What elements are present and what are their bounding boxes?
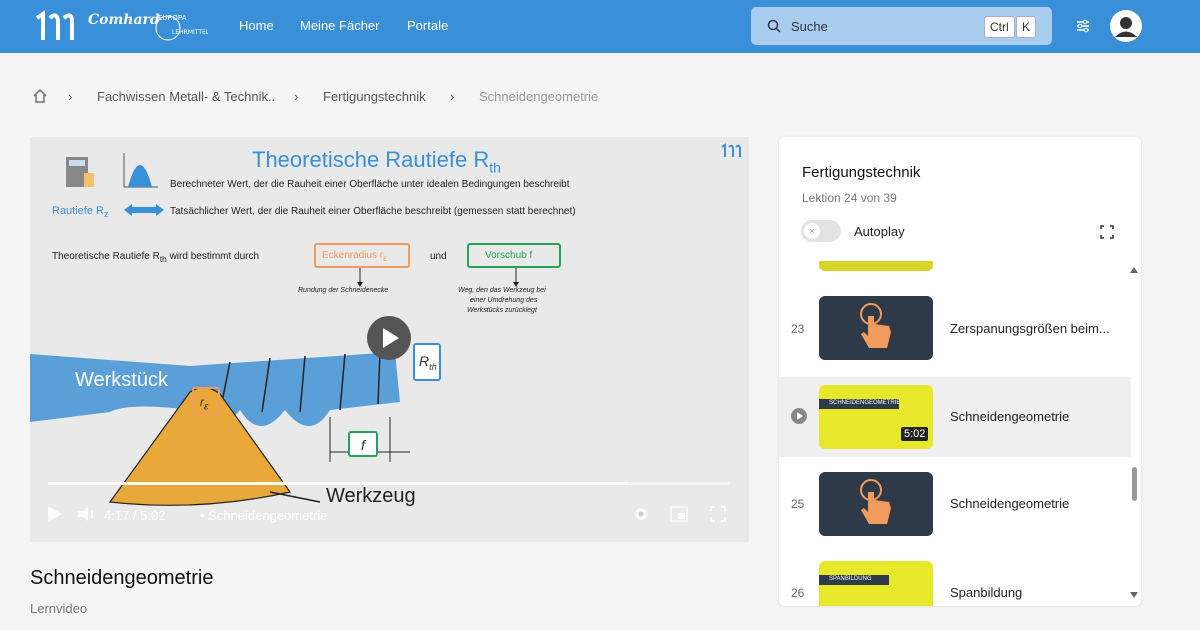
app-logo-icon[interactable] bbox=[34, 10, 76, 44]
top-bar: Comhard EUROPA LEHRMITTEL Home Meine Fäc… bbox=[0, 0, 1200, 53]
breadcrumb-separator: › bbox=[450, 89, 455, 104]
time-display: 4:17 / 5:02 bbox=[104, 508, 166, 523]
tap-hand-icon bbox=[860, 479, 891, 524]
r-epsilon-box: rε bbox=[192, 387, 220, 415]
calculator-icon bbox=[66, 157, 94, 187]
autoplay-toggle[interactable]: × bbox=[801, 220, 841, 242]
vorschub-box: Vorschub f bbox=[467, 243, 561, 268]
arrow-down-icon bbox=[357, 268, 363, 287]
search-icon bbox=[767, 19, 781, 33]
play-small-icon[interactable] bbox=[48, 506, 62, 522]
svg-text:EUROPA: EUROPA bbox=[158, 14, 187, 22]
playing-indicator-icon bbox=[791, 408, 807, 424]
lesson-item[interactable]: 25 Schneidengeometrie bbox=[779, 464, 1131, 544]
thumb-text: SPANBILDUNG bbox=[829, 576, 872, 582]
nav-meine-faecher[interactable]: Meine Fächer bbox=[300, 18, 379, 33]
double-arrow-icon bbox=[124, 204, 164, 216]
lesson-thumbnail bbox=[819, 472, 933, 536]
lesson-sidebar: Fertigungstechnik Lektion 24 von 39 × Au… bbox=[779, 137, 1141, 606]
weg-note-2: einer Umdrehung des bbox=[470, 297, 538, 304]
und-label: und bbox=[430, 251, 447, 262]
play-icon bbox=[383, 328, 399, 348]
lesson-item[interactable]: 23 Zerspanungsgrößen beim... bbox=[779, 288, 1131, 368]
weg-note-3: Werkstücks zurücklegt bbox=[467, 307, 537, 314]
tap-hand-icon bbox=[860, 303, 891, 348]
autoplay-label: Autoplay bbox=[854, 224, 905, 239]
progress-track[interactable] bbox=[48, 482, 730, 485]
svg-text:LEHRMITTEL: LEHRMITTEL bbox=[172, 29, 208, 36]
slide-line-2: Tatsächlicher Wert, der die Rauheit eine… bbox=[170, 206, 576, 217]
europa-lehrmittel-logo: EUROPA LEHRMITTEL bbox=[155, 14, 208, 41]
f-box: f bbox=[348, 431, 378, 457]
kbd-ctrl: Ctrl bbox=[984, 16, 1015, 38]
lesson-item[interactable]: 26 SPANBILDUNG Spanbildung bbox=[779, 553, 1131, 606]
sidebar-title: Fertigungstechnik bbox=[802, 164, 921, 181]
play-button[interactable] bbox=[367, 316, 411, 360]
slide-title: Theoretische Rautiefe Rth bbox=[252, 147, 501, 176]
volume-icon[interactable] bbox=[78, 506, 100, 522]
eckenradius-box: Eckenradius rε bbox=[314, 243, 410, 268]
avatar-icon[interactable] bbox=[1110, 10, 1142, 42]
rth-box: Rth bbox=[413, 343, 441, 381]
lesson-title: Schneidengeometrie bbox=[950, 496, 1070, 511]
lesson-title: Schneidengeometrie bbox=[950, 409, 1070, 424]
thumb-text: SCHNEIDENGEOMETRIE bbox=[829, 400, 901, 406]
distribution-curve-icon bbox=[123, 153, 158, 188]
filter-settings-icon[interactable] bbox=[1075, 18, 1091, 34]
scroll-down-icon[interactable] bbox=[1130, 592, 1138, 598]
rundung-note: Rundung der Schneidenecke bbox=[298, 287, 389, 294]
page-subtitle: Lernvideo bbox=[30, 601, 88, 616]
search-input[interactable]: Suche Ctrl K bbox=[751, 7, 1052, 45]
previous-thumbnail[interactable] bbox=[819, 261, 933, 271]
lesson-thumbnail bbox=[819, 296, 933, 360]
fullscreen-icon[interactable] bbox=[710, 506, 726, 522]
weg-note-1: Weg, den das Werkzeug bei bbox=[458, 287, 546, 294]
duration-badge: 5:02 bbox=[901, 427, 929, 441]
werkzeug-label: Werkzeug bbox=[326, 485, 416, 507]
slide-line-1: Berechneter Wert, der die Rauheit einer … bbox=[170, 179, 570, 190]
progress-fill bbox=[48, 482, 628, 485]
rautiefe-rz-label: Rautiefe Rz bbox=[52, 205, 109, 220]
video-player[interactable]: Theoretische Rautiefe Rth Berechneter We… bbox=[30, 137, 749, 542]
nav-portale[interactable]: Portale bbox=[407, 18, 448, 33]
picture-in-picture-icon[interactable] bbox=[670, 506, 688, 522]
chapter-label: • Schneidengeometrie bbox=[200, 508, 328, 523]
lesson-thumbnail: SCHNEIDENGEOMETRIE 5:02 bbox=[819, 385, 933, 449]
breadcrumb-item[interactable]: Fachwissen Metall- & Technik.. bbox=[97, 89, 275, 104]
nav-home[interactable]: Home bbox=[239, 18, 274, 33]
breadcrumb-separator: › bbox=[294, 89, 299, 104]
lesson-number: 23 bbox=[791, 322, 805, 336]
sidebar-scrollbar[interactable] bbox=[1132, 467, 1137, 501]
breadcrumb-separator: › bbox=[68, 89, 73, 104]
search-placeholder: Suche bbox=[791, 19, 828, 34]
lesson-number: 25 bbox=[791, 497, 805, 511]
lesson-title: Spanbildung bbox=[950, 585, 1023, 600]
brand-logo: Comhard bbox=[88, 12, 160, 28]
breadcrumb-current: Schneidengeometrie bbox=[479, 89, 599, 104]
lesson-thumbnail: SPANBILDUNG bbox=[819, 561, 933, 606]
werkstueck-label: Werkstück bbox=[75, 369, 168, 391]
close-icon: × bbox=[804, 223, 820, 239]
watermark-logo-icon bbox=[721, 143, 741, 157]
lesson-title: Zerspanungsgrößen beim... bbox=[950, 321, 1110, 336]
expand-icon[interactable] bbox=[1100, 225, 1114, 239]
slide-line-3: Theoretische Rautiefe Rth wird bestimmt … bbox=[52, 251, 260, 264]
lesson-item-active[interactable]: SCHNEIDENGEOMETRIE 5:02 Schneidengeometr… bbox=[779, 377, 1131, 457]
page-title: Schneidengeometrie bbox=[30, 567, 214, 589]
settings-gear-icon[interactable] bbox=[632, 505, 650, 523]
lesson-number: 26 bbox=[791, 586, 805, 600]
scroll-up-icon[interactable] bbox=[1130, 267, 1138, 273]
arrow-down-icon bbox=[513, 268, 519, 287]
home-icon[interactable] bbox=[32, 88, 48, 104]
breadcrumb-item[interactable]: Fertigungstechnik bbox=[323, 89, 426, 104]
kbd-k: K bbox=[1016, 16, 1037, 38]
sidebar-subtitle: Lektion 24 von 39 bbox=[802, 191, 897, 205]
